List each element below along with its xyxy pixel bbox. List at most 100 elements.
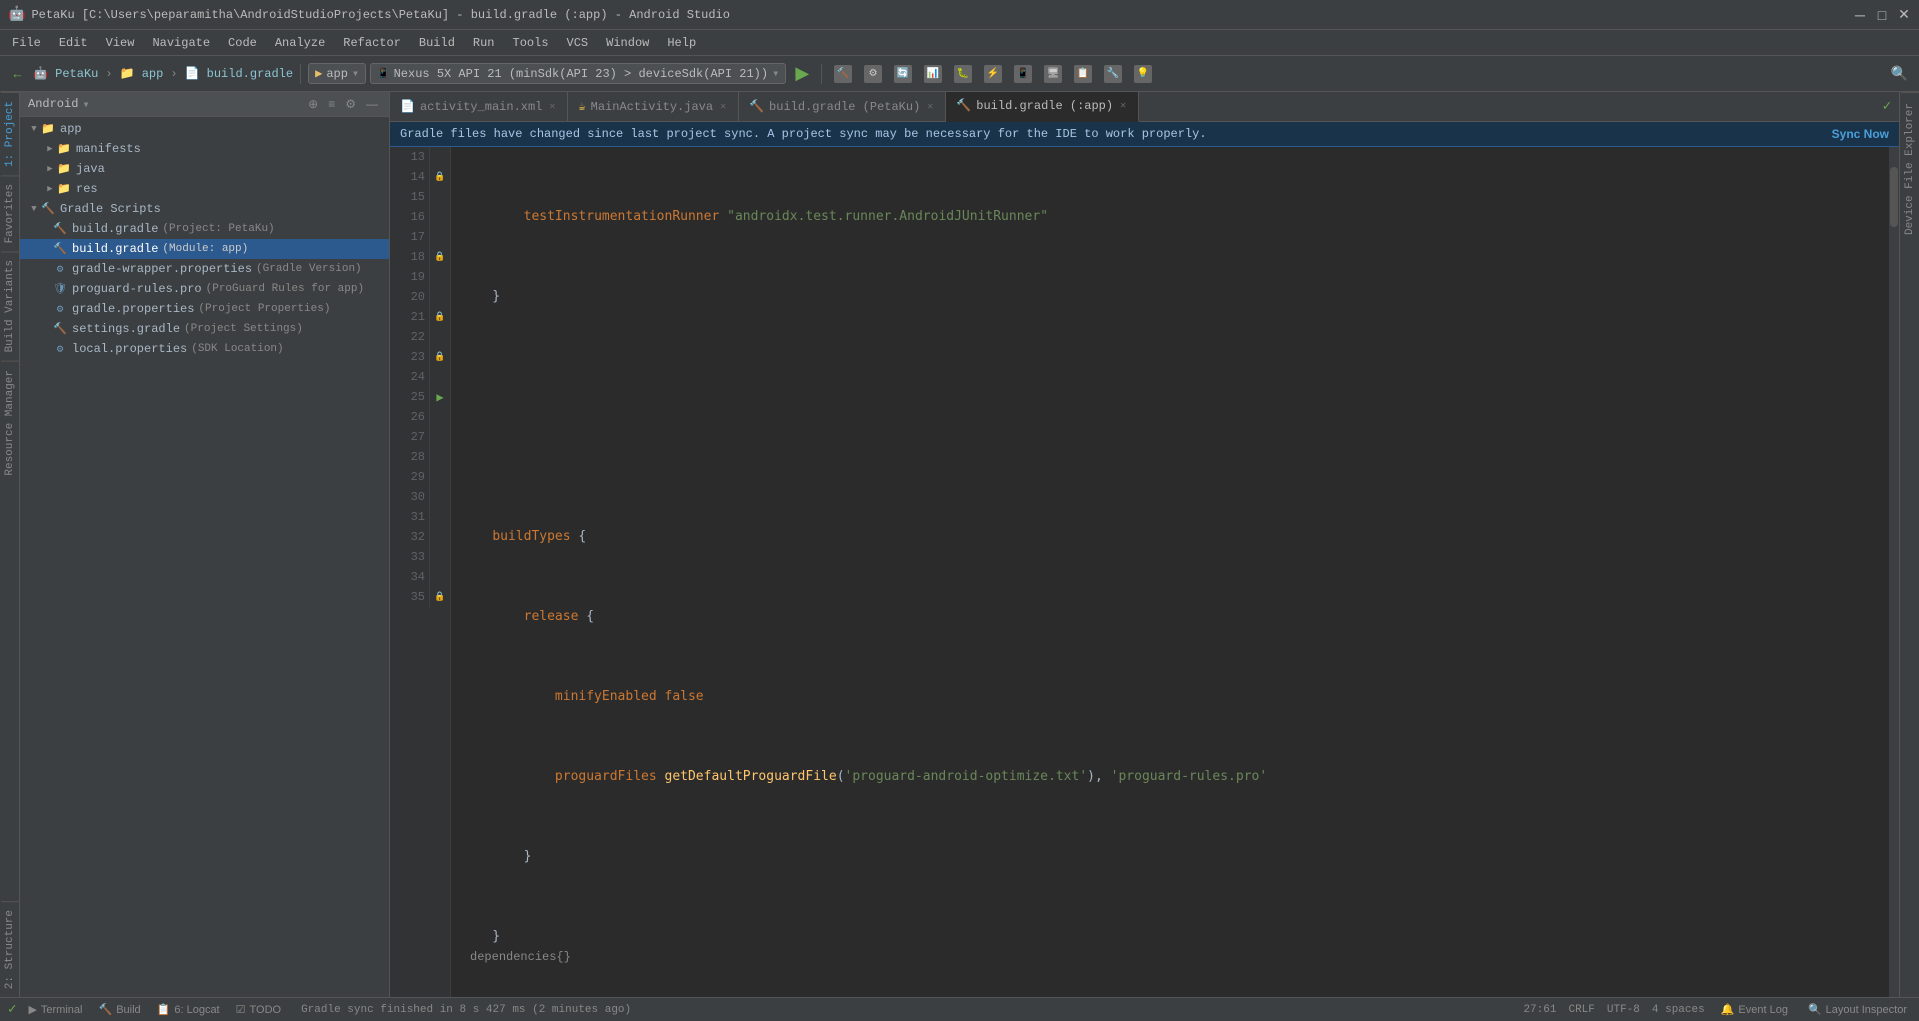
menu-window[interactable]: Window <box>598 34 657 52</box>
toolbar-btn-10[interactable]: 🔧 <box>1099 62 1127 86</box>
tree-item-gradle-scripts[interactable]: ▼ 🔨 Gradle Scripts <box>20 199 389 219</box>
menu-edit[interactable]: Edit <box>51 34 96 52</box>
left-vtab-resource-manager[interactable]: Resource Manager <box>1 361 19 484</box>
left-vtab-favorites[interactable]: Favorites <box>1 175 19 251</box>
line-number-26: 26 <box>390 407 430 427</box>
cursor-position[interactable]: 27:61 <box>1523 1004 1556 1016</box>
tree-item-build-gradle-project[interactable]: 🔨 build.gradle (Project: PetaKu) <box>20 219 389 239</box>
gutter-icon-32 <box>430 527 450 547</box>
gutter-icon-35: 🔒 <box>430 587 450 607</box>
run-button[interactable]: ▶ <box>790 60 814 87</box>
left-vtab-build-variants[interactable]: Build Variants <box>1 251 19 360</box>
build-button[interactable]: 🔨 Build <box>94 1003 144 1016</box>
editor-tabs: 📄 activity_main.xml ✕ ☕ MainActivity.jav… <box>390 92 1899 122</box>
search-button[interactable]: 🔍 <box>1886 62 1913 85</box>
line-number-19: 19 <box>390 267 430 287</box>
tree-item-gradle-wrapper[interactable]: ⚙ gradle-wrapper.properties (Gradle Vers… <box>20 259 389 279</box>
tree-item-manifests[interactable]: ▶ 📁 manifests <box>20 139 389 159</box>
right-scrollbar[interactable] <box>1889 147 1899 997</box>
indent-size[interactable]: 4 spaces <box>1652 1004 1705 1016</box>
menu-analyze[interactable]: Analyze <box>267 34 333 52</box>
toolbar-btn-8[interactable]: 🖥 <box>1039 62 1067 86</box>
tree-item-build-gradle-app[interactable]: 🔨 build.gradle (Module: app) <box>20 239 389 259</box>
toolbar-btn-11[interactable]: 💡 <box>1129 62 1157 86</box>
code-content[interactable]: testInstrumentationRunner "androidx.test… <box>451 147 1889 997</box>
panel-sync-btn[interactable]: ⊕ <box>305 96 321 112</box>
event-log-button[interactable]: 🔔 Event Log <box>1717 1003 1792 1016</box>
title-bar-controls[interactable]: ─ □ ✕ <box>1853 8 1911 22</box>
breadcrumb-petaku[interactable]: 🤖 PetaKu <box>33 66 98 81</box>
scrollbar-thumb[interactable] <box>1890 167 1898 227</box>
tab-activity-main-xml[interactable]: 📄 activity_main.xml ✕ <box>390 92 568 122</box>
sync-now-button[interactable]: Sync Now <box>1832 127 1889 141</box>
checkmark-indicator: ✓ <box>1875 98 1899 115</box>
tab-build-gradle-petaku[interactable]: 🔨 build.gradle (PetaKu) ✕ <box>739 92 946 122</box>
menu-file[interactable]: File <box>4 34 49 52</box>
menu-build[interactable]: Build <box>411 34 463 52</box>
tab-close-mainactivity[interactable]: ✕ <box>718 100 728 114</box>
menu-help[interactable]: Help <box>659 34 704 52</box>
left-vtab-structure[interactable]: 2: Structure <box>1 901 19 997</box>
run-config-selector[interactable]: ▶ app ▾ <box>308 63 366 84</box>
tab-close-build-gradle-app[interactable]: ✕ <box>1118 99 1128 113</box>
gutter-icon-31 <box>430 507 450 527</box>
code-line-13: testInstrumentationRunner "androidx.test… <box>461 207 1879 227</box>
gradle-app-icon: 🔨 <box>52 241 68 257</box>
project-panel-dropdown-icon[interactable]: ▾ <box>82 97 89 112</box>
tab-close-activity-main[interactable]: ✕ <box>547 100 557 114</box>
tree-item-local-properties[interactable]: ⚙ local.properties (SDK Location) <box>20 339 389 359</box>
toolbar-btn-3[interactable]: 🔄 <box>889 62 917 86</box>
logcat-button[interactable]: 📋 6: Logcat <box>153 1003 224 1016</box>
menu-view[interactable]: View <box>98 34 143 52</box>
gradle-scripts-icon: 🔨 <box>40 201 56 217</box>
breadcrumb-buildgradle[interactable]: 📄 build.gradle <box>185 66 294 81</box>
tree-item-res[interactable]: ▶ 📁 res <box>20 179 389 199</box>
right-tab-device-file-explorer[interactable]: Device File Explorer <box>1901 92 1919 245</box>
line-endings[interactable]: CRLF <box>1568 1004 1594 1016</box>
title-bar: 🤖 PetaKu [C:\Users\peparamitha\AndroidSt… <box>0 0 1919 30</box>
menu-run[interactable]: Run <box>465 34 503 52</box>
back-button[interactable]: ← <box>6 63 29 84</box>
editor-area: 📄 activity_main.xml ✕ ☕ MainActivity.jav… <box>390 92 1899 997</box>
tree-sublabel-gradle-properties: (Project Properties) <box>198 303 330 315</box>
checkmark-icon: ✓ <box>1883 98 1891 115</box>
terminal-button[interactable]: ▶ Terminal <box>24 1003 86 1016</box>
menu-code[interactable]: Code <box>220 34 265 52</box>
menu-tools[interactable]: Tools <box>505 34 557 52</box>
maximize-button[interactable]: □ <box>1875 8 1889 22</box>
toolbar-btn-4[interactable]: 📊 <box>919 62 947 86</box>
tree-item-java[interactable]: ▶ 📁 java <box>20 159 389 179</box>
layout-inspector-button[interactable]: 🔍 Layout Inspector <box>1804 1003 1911 1016</box>
tab-build-gradle-app[interactable]: 🔨 build.gradle (:app) ✕ <box>946 92 1139 122</box>
todo-button[interactable]: ☑ TODO <box>232 1003 285 1016</box>
tab-close-build-gradle-petaku[interactable]: ✕ <box>925 100 935 114</box>
panel-gear-btn[interactable]: ⚙ <box>342 96 359 112</box>
tab-mainactivity-java[interactable]: ☕ MainActivity.java ✕ <box>568 92 739 122</box>
toolbar-btn-5[interactable]: 🐛 <box>949 62 977 86</box>
code-editor[interactable]: 13 14 🔒 15 16 <box>390 147 1899 997</box>
toolbar-btn-6[interactable]: ⚡ <box>979 62 1007 86</box>
gradle-project-icon: 🔨 <box>52 221 68 237</box>
panel-collapse-btn[interactable]: ≡ <box>325 96 338 112</box>
menu-navigate[interactable]: Navigate <box>144 34 218 52</box>
tree-item-proguard[interactable]: 🛡 proguard-rules.pro (ProGuard Rules for… <box>20 279 389 299</box>
menu-refactor[interactable]: Refactor <box>335 34 409 52</box>
device-selector[interactable]: 📱 Nexus 5X API 21 (minSdk(API 23) > devi… <box>370 63 786 84</box>
gutter-icon-25[interactable]: ▶ <box>430 387 450 407</box>
tree-item-app[interactable]: ▼ 📁 app <box>20 119 389 139</box>
toolbar-btn-9[interactable]: 📋 <box>1069 62 1097 86</box>
close-button[interactable]: ✕ <box>1897 8 1911 22</box>
toolbar-btn-2[interactable]: ⚙ <box>859 62 887 86</box>
left-vtab-project[interactable]: 1: Project <box>1 92 19 175</box>
tree-item-gradle-properties[interactable]: ⚙ gradle.properties (Project Properties) <box>20 299 389 319</box>
minimize-button[interactable]: ─ <box>1853 8 1867 22</box>
charset[interactable]: UTF-8 <box>1607 1004 1640 1016</box>
tree-item-settings-gradle[interactable]: 🔨 settings.gradle (Project Settings) <box>20 319 389 339</box>
menu-vcs[interactable]: VCS <box>559 34 597 52</box>
panel-close-btn[interactable]: — <box>363 96 381 112</box>
toolbar-btn-1[interactable]: 🔨 <box>829 62 857 86</box>
toolbar: ← 🤖 PetaKu › 📁 app › 📄 build.gradle ▶ ap… <box>0 56 1919 92</box>
toolbar-btn-7[interactable]: 📱 <box>1009 62 1037 86</box>
line-number-15: 15 <box>390 187 430 207</box>
breadcrumb-app[interactable]: 📁 app <box>120 66 164 81</box>
